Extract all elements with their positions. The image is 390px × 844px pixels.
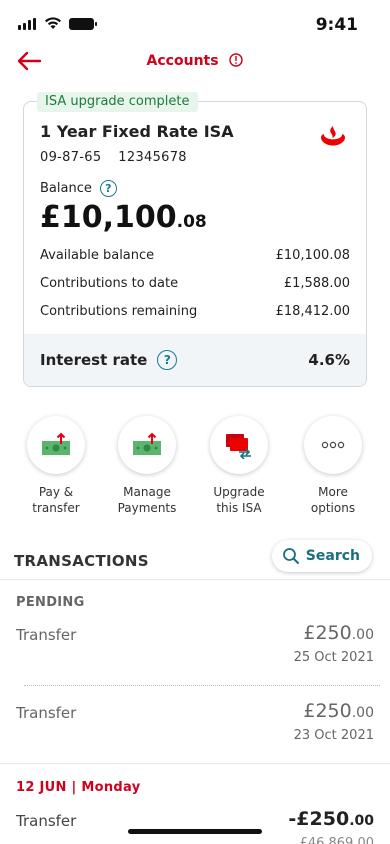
manage-payments-label: Manage Payments	[102, 484, 192, 516]
page-title: Accounts	[0, 53, 390, 69]
label-line: Pay &	[38, 485, 74, 499]
home-indicator[interactable]	[128, 829, 262, 834]
pay-transfer-label: Pay & transfer	[11, 484, 101, 516]
transaction-description: Transfer	[16, 704, 77, 722]
more-options-label: More options	[288, 484, 378, 516]
transaction-row[interactable]: Transfer -£250.00 £46,869.00	[0, 808, 390, 844]
cellular-signal-icon	[18, 18, 36, 30]
account-card: 1 Year Fixed Rate ISA 09-87-65 12345678 …	[23, 101, 367, 387]
more-options-button[interactable]: More options	[288, 416, 378, 516]
balance-label-text: Balance	[40, 181, 92, 196]
bank-flame-logo-icon	[321, 126, 345, 146]
row-label: Contributions remaining	[40, 304, 198, 319]
upgrade-status-badge: ISA upgrade complete	[37, 92, 198, 112]
balance-pounds: £10,100	[40, 200, 177, 235]
dotted-divider	[24, 685, 380, 686]
interest-rate-label-text: Interest rate	[40, 351, 148, 369]
card-swap-icon	[226, 434, 251, 459]
amount-main: £250	[303, 700, 352, 722]
status-time: 9:41	[315, 15, 358, 35]
contributions-to-date-row: Contributions to date £1,588.00	[40, 276, 350, 291]
account-name: 1 Year Fixed Rate ISA	[40, 122, 234, 141]
top-header: Accounts	[0, 48, 390, 78]
pay-transfer-circle[interactable]	[27, 416, 85, 474]
search-button-label: Search	[305, 548, 360, 564]
date-section-label: 12 JUN | Monday	[16, 780, 141, 795]
divider	[0, 763, 390, 764]
balance-amount: £10,100.08	[40, 200, 207, 235]
transaction-row[interactable]: Transfer £250.00 23 Oct 2021	[0, 700, 390, 760]
account-number: 12345678	[118, 150, 187, 165]
contributions-remaining-row: Contributions remaining £18,412.00	[40, 304, 350, 319]
upgrade-isa-label: Upgrade this ISA	[194, 484, 284, 516]
sort-code: 09-87-65	[40, 150, 102, 165]
transactions-title: TRANSACTIONS	[14, 552, 149, 570]
transaction-description: Transfer	[16, 812, 77, 830]
search-icon	[282, 548, 299, 564]
amount-main: -£250	[288, 808, 350, 830]
pay-transfer-button[interactable]: Pay & transfer	[11, 416, 101, 516]
label-line: transfer	[32, 501, 80, 515]
row-value: £1,588.00	[283, 276, 350, 291]
transactions-header: TRANSACTIONS Search	[0, 540, 390, 580]
wifi-icon	[45, 17, 61, 29]
balance-pence: .08	[176, 212, 207, 232]
available-balance-row: Available balance £10,100.08	[40, 248, 350, 263]
row-label: Available balance	[40, 248, 155, 263]
label-line: options	[310, 501, 356, 515]
row-value: £10,100.08	[275, 248, 350, 263]
manage-payments-button[interactable]: Manage Payments	[102, 416, 192, 516]
transaction-date: 25 Oct 2021	[293, 650, 374, 665]
upgrade-isa-button[interactable]: Upgrade this ISA	[194, 416, 284, 516]
label-line: More	[318, 485, 348, 499]
page-title-text: Accounts	[146, 53, 219, 69]
interest-rate-label: Interest rate ?	[40, 350, 178, 370]
amount-pence: .00	[349, 813, 374, 829]
search-button[interactable]: Search	[271, 540, 372, 572]
divider	[0, 579, 390, 580]
upgrade-isa-circle[interactable]	[210, 416, 268, 474]
amount-main: £250	[303, 622, 352, 644]
balance-label: Balance ?	[40, 180, 117, 197]
account-numbers: 09-87-65 12345678	[40, 150, 187, 165]
transaction-date: 23 Oct 2021	[293, 728, 374, 743]
running-balance: £46,869.00	[299, 836, 374, 844]
battery-icon	[69, 18, 97, 30]
label-line: this ISA	[216, 501, 262, 515]
interest-rate-value: 4.6%	[308, 351, 350, 369]
interest-rate-row: Interest rate ? 4.6%	[24, 334, 366, 386]
row-label: Contributions to date	[40, 276, 179, 291]
label-line: Upgrade	[213, 485, 265, 499]
transaction-amount: -£250.00	[288, 808, 374, 830]
more-dots-icon	[321, 441, 345, 449]
amount-pence: .00	[351, 705, 374, 721]
status-bar: 9:41	[0, 0, 390, 48]
transaction-row[interactable]: Transfer £250.00 25 Oct 2021	[0, 622, 390, 682]
interest-help-icon[interactable]: ?	[157, 350, 178, 370]
info-icon[interactable]	[229, 53, 244, 67]
transaction-amount: £250.00	[303, 622, 374, 644]
pending-section-label: PENDING	[16, 595, 85, 610]
balance-help-icon[interactable]: ?	[99, 180, 117, 197]
amount-pence: .00	[351, 627, 374, 643]
row-value: £18,412.00	[275, 304, 350, 319]
label-line: Payments	[117, 501, 177, 515]
transaction-amount: £250.00	[303, 700, 374, 722]
money-up-icon	[42, 432, 70, 455]
more-options-circle[interactable]	[304, 416, 362, 474]
manage-payments-circle[interactable]	[118, 416, 176, 474]
money-up-icon	[133, 432, 161, 455]
transaction-description: Transfer	[16, 626, 77, 644]
label-line: Manage	[123, 485, 171, 499]
